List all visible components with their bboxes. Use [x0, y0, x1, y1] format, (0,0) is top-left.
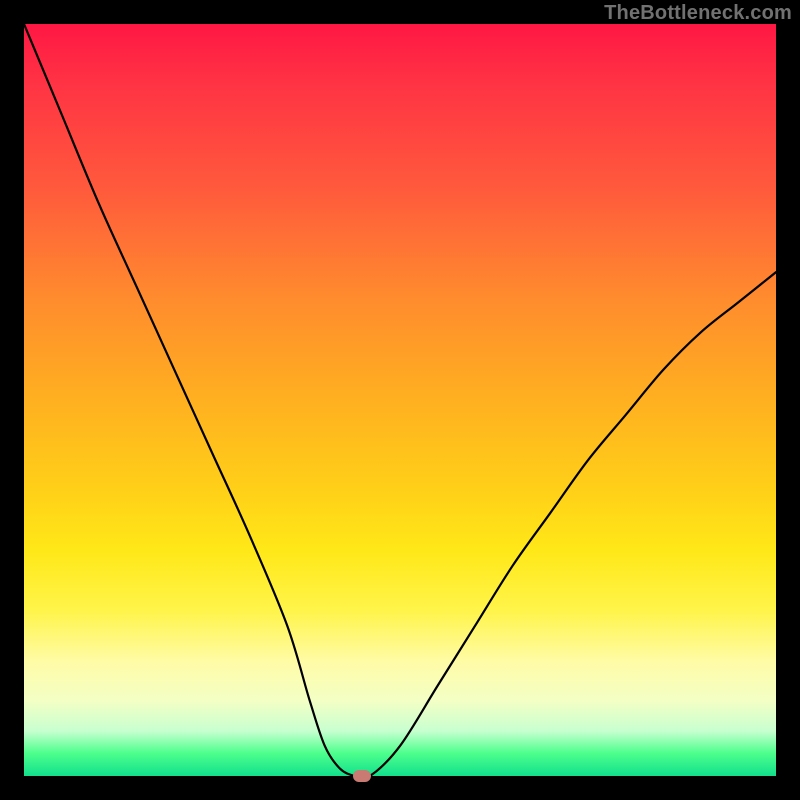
chart-frame: TheBottleneck.com — [0, 0, 800, 800]
watermark-text: TheBottleneck.com — [604, 2, 792, 25]
bottleneck-curve — [24, 24, 776, 776]
minimum-marker — [353, 770, 371, 782]
plot-area — [24, 24, 776, 776]
